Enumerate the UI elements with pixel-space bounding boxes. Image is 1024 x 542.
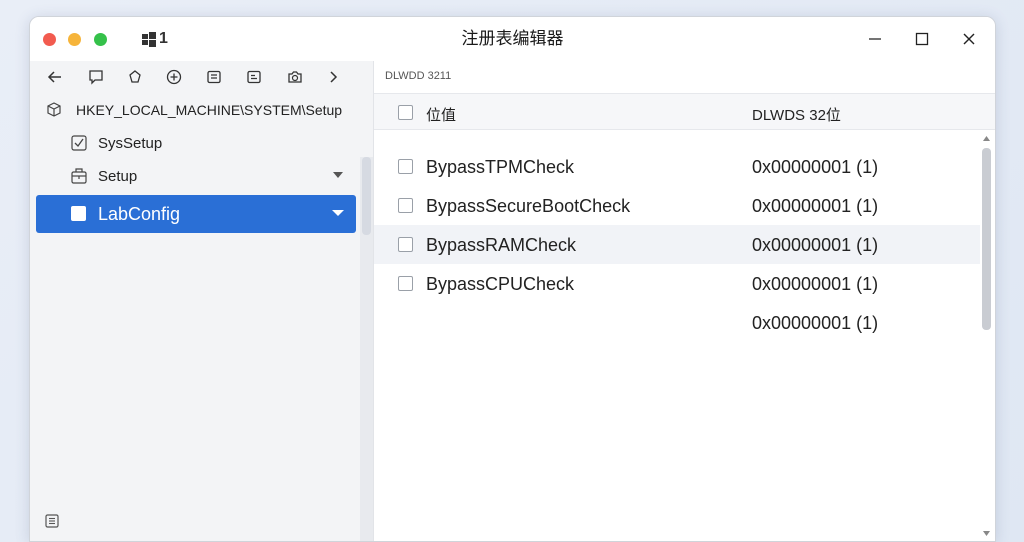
registry-editor-window: 1 注册表编辑器 HKEY_LOCAL_MACHINE\SYSTEM\Setup… xyxy=(29,16,996,542)
value-data: 0x00000001 (1) xyxy=(752,196,879,216)
value-data: 0x00000001 (1) xyxy=(752,274,879,294)
address-path: DLWDD 3211 xyxy=(385,70,452,82)
tree-scrollbar[interactable] xyxy=(360,157,373,541)
list-button[interactable] xyxy=(203,66,225,88)
value-name: BypassSecureBootCheck xyxy=(426,196,631,216)
calendar-button[interactable] xyxy=(243,66,265,88)
tree-item-label: SysSetup xyxy=(98,135,163,152)
window-title: 注册表编辑器 xyxy=(461,29,564,48)
table-row[interactable]: BypassRAMCheck 0x00000001 (1) xyxy=(374,225,980,264)
row-checkbox[interactable] xyxy=(398,159,413,174)
package-icon xyxy=(71,168,87,184)
close-dot-button[interactable] xyxy=(43,33,56,46)
app-badge: 1 xyxy=(142,29,168,49)
tree-item-label: LabConfig xyxy=(98,204,181,224)
shield-icon xyxy=(129,70,141,83)
value-name: BypassCPUCheck xyxy=(426,274,575,294)
close-icon xyxy=(963,33,975,45)
value-data: 0x00000001 (1) xyxy=(752,157,879,177)
calendar-icon xyxy=(247,70,261,84)
navigation-pane: HKEY_LOCAL_MACHINE\SYSTEM\Setup SysSetup… xyxy=(30,61,373,541)
add-circle-icon xyxy=(166,69,182,85)
value-data: 0x00000001 (1) xyxy=(752,313,879,333)
camera-button[interactable] xyxy=(284,66,306,88)
value-name: BypassRAMCheck xyxy=(426,235,577,255)
table-row[interactable]: BypassCPUCheck 0x00000001 (1) xyxy=(374,264,980,303)
table-header: 位值 DLWDS 32位 xyxy=(374,93,995,130)
key-icon xyxy=(71,206,86,221)
tree-item-label: Setup xyxy=(98,168,138,185)
tree-item-labconfig[interactable]: LabConfig xyxy=(36,195,356,233)
title-bar: 1 注册表编辑器 xyxy=(30,17,995,61)
scrollbar-thumb[interactable] xyxy=(982,148,991,330)
cube-icon xyxy=(47,102,61,117)
document-list-icon xyxy=(45,514,59,528)
forward-button[interactable] xyxy=(322,66,344,88)
table-row[interactable]: 0x00000001 (1) xyxy=(374,303,980,342)
checkbox-checked-icon xyxy=(71,135,87,151)
tree-item-syssetup[interactable]: SysSetup xyxy=(30,128,373,158)
windows-logo-icon xyxy=(142,32,156,47)
maximize-dot-button[interactable] xyxy=(94,33,107,46)
tree-root-label: HKEY_LOCAL_MACHINE\SYSTEM\Setup xyxy=(76,102,343,118)
back-button[interactable] xyxy=(44,66,66,88)
back-arrow-icon xyxy=(47,71,61,83)
column-header-name[interactable]: 位值 xyxy=(426,104,456,125)
row-checkbox[interactable] xyxy=(398,276,413,291)
shield-button[interactable] xyxy=(124,66,146,88)
scrollbar-thumb[interactable] xyxy=(362,157,371,235)
tree-root-key[interactable]: HKEY_LOCAL_MACHINE\SYSTEM\Setup xyxy=(30,97,373,123)
close-button[interactable] xyxy=(954,25,984,53)
camera-icon xyxy=(288,71,302,83)
chevron-down-icon[interactable] xyxy=(333,171,343,179)
forward-arrow-icon xyxy=(330,71,338,83)
row-checkbox[interactable] xyxy=(398,237,413,252)
table-row[interactable]: BypassSecureBootCheck 0x00000001 (1) xyxy=(374,186,980,225)
table-row[interactable]: BypassTPMCheck 0x00000001 (1) xyxy=(374,147,980,186)
column-header-value[interactable]: DLWDS 32位 xyxy=(752,104,841,125)
row-checkbox[interactable] xyxy=(398,198,413,213)
values-pane: DLWDD 3211 位值 DLWDS 32位 BypassTPMCheck 0… xyxy=(373,61,995,541)
minimize-button[interactable] xyxy=(860,25,890,53)
values-scrollbar[interactable] xyxy=(980,136,993,541)
tree-item-setup[interactable]: Setup xyxy=(30,161,373,191)
chevron-down-icon[interactable] xyxy=(332,209,344,217)
bottom-list-button[interactable] xyxy=(44,513,60,534)
minimize-dot-button[interactable] xyxy=(68,33,81,46)
value-data: 0x00000001 (1) xyxy=(752,235,879,255)
app-badge-label: 1 xyxy=(159,30,168,47)
add-button[interactable] xyxy=(163,66,185,88)
list-icon xyxy=(207,70,221,84)
maximize-icon xyxy=(915,32,929,46)
toolbar xyxy=(30,61,373,93)
scroll-down-icon[interactable] xyxy=(983,531,990,536)
scroll-up-icon[interactable] xyxy=(983,136,990,141)
comment-button[interactable] xyxy=(85,66,107,88)
minimize-icon xyxy=(869,38,881,40)
value-name: BypassTPMCheck xyxy=(426,157,575,177)
maximize-button[interactable] xyxy=(907,25,937,53)
comment-icon xyxy=(89,70,103,85)
select-all-checkbox[interactable] xyxy=(398,105,413,120)
